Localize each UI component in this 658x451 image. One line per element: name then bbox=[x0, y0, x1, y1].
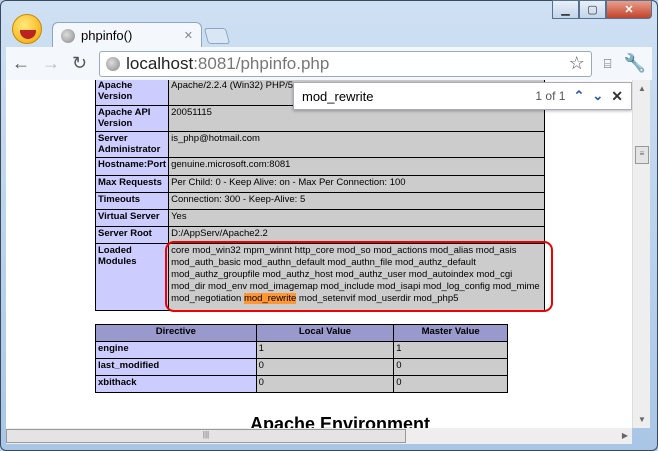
table-row: Virtual Server Yes bbox=[94, 209, 545, 227]
directive-table: Directive Local Value Master Value engine 1 1… bbox=[95, 324, 508, 393]
column-header: Local Value bbox=[255, 324, 395, 342]
row-value: Yes bbox=[168, 209, 545, 227]
column-header: Directive bbox=[95, 324, 257, 342]
window-controls: ▁ ▢ ✕ bbox=[552, 0, 652, 19]
row-value: genuine.microsoft.com:8081 bbox=[168, 157, 545, 176]
row-key: Timeouts bbox=[94, 192, 170, 210]
local-value: 1 bbox=[255, 341, 395, 359]
page-content: Apache Version Apache/2.2.4 (Win32) PHP/5… bbox=[6, 80, 632, 428]
tab-phpinfo[interactable]: phpinfo() ✕ bbox=[52, 22, 202, 48]
directive-name: engine bbox=[95, 341, 257, 359]
bookmark-star-icon[interactable]: ☆ bbox=[569, 53, 585, 74]
scroll-right-icon[interactable]: ▶ bbox=[622, 431, 628, 440]
reload-icon[interactable]: ↻ bbox=[72, 53, 87, 74]
close-tab-icon[interactable]: ✕ bbox=[184, 29, 193, 42]
find-close-icon[interactable]: ✕ bbox=[611, 88, 623, 105]
vertical-scrollbar[interactable]: ▲ ≡ ▼ bbox=[632, 80, 650, 428]
scroll-down-icon[interactable]: ▼ bbox=[638, 415, 646, 424]
table-row: last_modified 0 0 bbox=[95, 358, 508, 376]
row-key: Loaded Modules bbox=[94, 243, 170, 311]
close-window-button[interactable]: ✕ bbox=[606, 0, 652, 19]
row-value: is_php@hotmail.com bbox=[168, 131, 545, 158]
table-row: Timeouts Connection: 300 - Keep-Alive: 5 bbox=[94, 192, 545, 210]
back-icon[interactable]: ← bbox=[12, 53, 30, 74]
globe-icon bbox=[106, 56, 121, 71]
horizontal-scroll-thumb[interactable]: ||| bbox=[6, 429, 406, 443]
page-menu-icon[interactable]: ⌸ bbox=[604, 56, 612, 72]
table-row: engine 1 1 bbox=[95, 341, 508, 359]
column-header: Master Value bbox=[393, 324, 508, 342]
globe-icon bbox=[61, 28, 75, 43]
table-row: xbithack 0 0 bbox=[95, 375, 508, 393]
row-key: Apache API Version bbox=[94, 105, 170, 132]
table-row: Max Requests Per Child: 0 - Keep Alive: o… bbox=[94, 175, 545, 193]
local-value: 0 bbox=[255, 375, 395, 393]
master-value: 0 bbox=[393, 375, 508, 393]
minimize-button[interactable]: ▁ bbox=[552, 0, 579, 19]
row-key: Virtual Server bbox=[94, 209, 170, 227]
maximize-button[interactable]: ▢ bbox=[579, 0, 606, 19]
tab-title: phpinfo() bbox=[81, 28, 133, 43]
local-value: 0 bbox=[255, 358, 395, 376]
horizontal-scrollbar[interactable]: ||| ▶ bbox=[6, 428, 632, 444]
row-key: Apache Version bbox=[94, 80, 170, 106]
table-row: Server Administrator is_php@hotmail.com bbox=[94, 131, 545, 158]
find-count: 1 of 1 bbox=[535, 89, 566, 103]
section-heading: Apache Environment bbox=[250, 414, 431, 428]
master-value: 1 bbox=[393, 341, 508, 359]
find-input[interactable]: mod_rewrite bbox=[302, 89, 374, 104]
find-bar: mod_rewrite 1 of 1 ⌃ ⌄ ✕ bbox=[293, 82, 632, 110]
row-value: Per Child: 0 - Keep Alive: on - Max Per … bbox=[168, 175, 545, 193]
scroll-up-icon[interactable]: ▲ bbox=[638, 84, 646, 93]
highlight-annotation bbox=[165, 241, 553, 312]
directive-name: xbithack bbox=[95, 375, 257, 393]
browser-logo-icon bbox=[12, 14, 42, 44]
toolbar: ← → ↻ localhost:8081/phpinfo.php ☆ ⌸ 🔧 bbox=[6, 47, 652, 80]
new-tab-button[interactable] bbox=[203, 28, 231, 44]
url-host: localhost bbox=[126, 53, 194, 73]
row-key: Max Requests bbox=[94, 175, 170, 193]
row-key: Server Root bbox=[94, 226, 170, 244]
find-previous-icon[interactable]: ⌃ bbox=[573, 88, 584, 104]
master-value: 0 bbox=[393, 358, 508, 376]
table-row: Hostname:Port genuine.microsoft.com:8081 bbox=[94, 157, 545, 176]
wrench-icon[interactable]: 🔧 bbox=[624, 53, 646, 74]
row-value: Connection: 300 - Keep-Alive: 5 bbox=[168, 192, 545, 210]
vertical-scroll-thumb[interactable]: ≡ bbox=[635, 146, 649, 164]
url-path: :8081/phpinfo.php bbox=[193, 53, 330, 73]
header-row: Directive Local Value Master Value bbox=[95, 324, 508, 342]
address-bar[interactable]: localhost:8081/phpinfo.php ☆ bbox=[99, 50, 592, 77]
row-key: Hostname:Port bbox=[94, 157, 170, 176]
directive-name: last_modified bbox=[95, 358, 257, 376]
find-next-icon[interactable]: ⌄ bbox=[592, 88, 603, 104]
forward-icon[interactable]: → bbox=[42, 53, 60, 74]
row-key: Server Administrator bbox=[94, 131, 170, 158]
